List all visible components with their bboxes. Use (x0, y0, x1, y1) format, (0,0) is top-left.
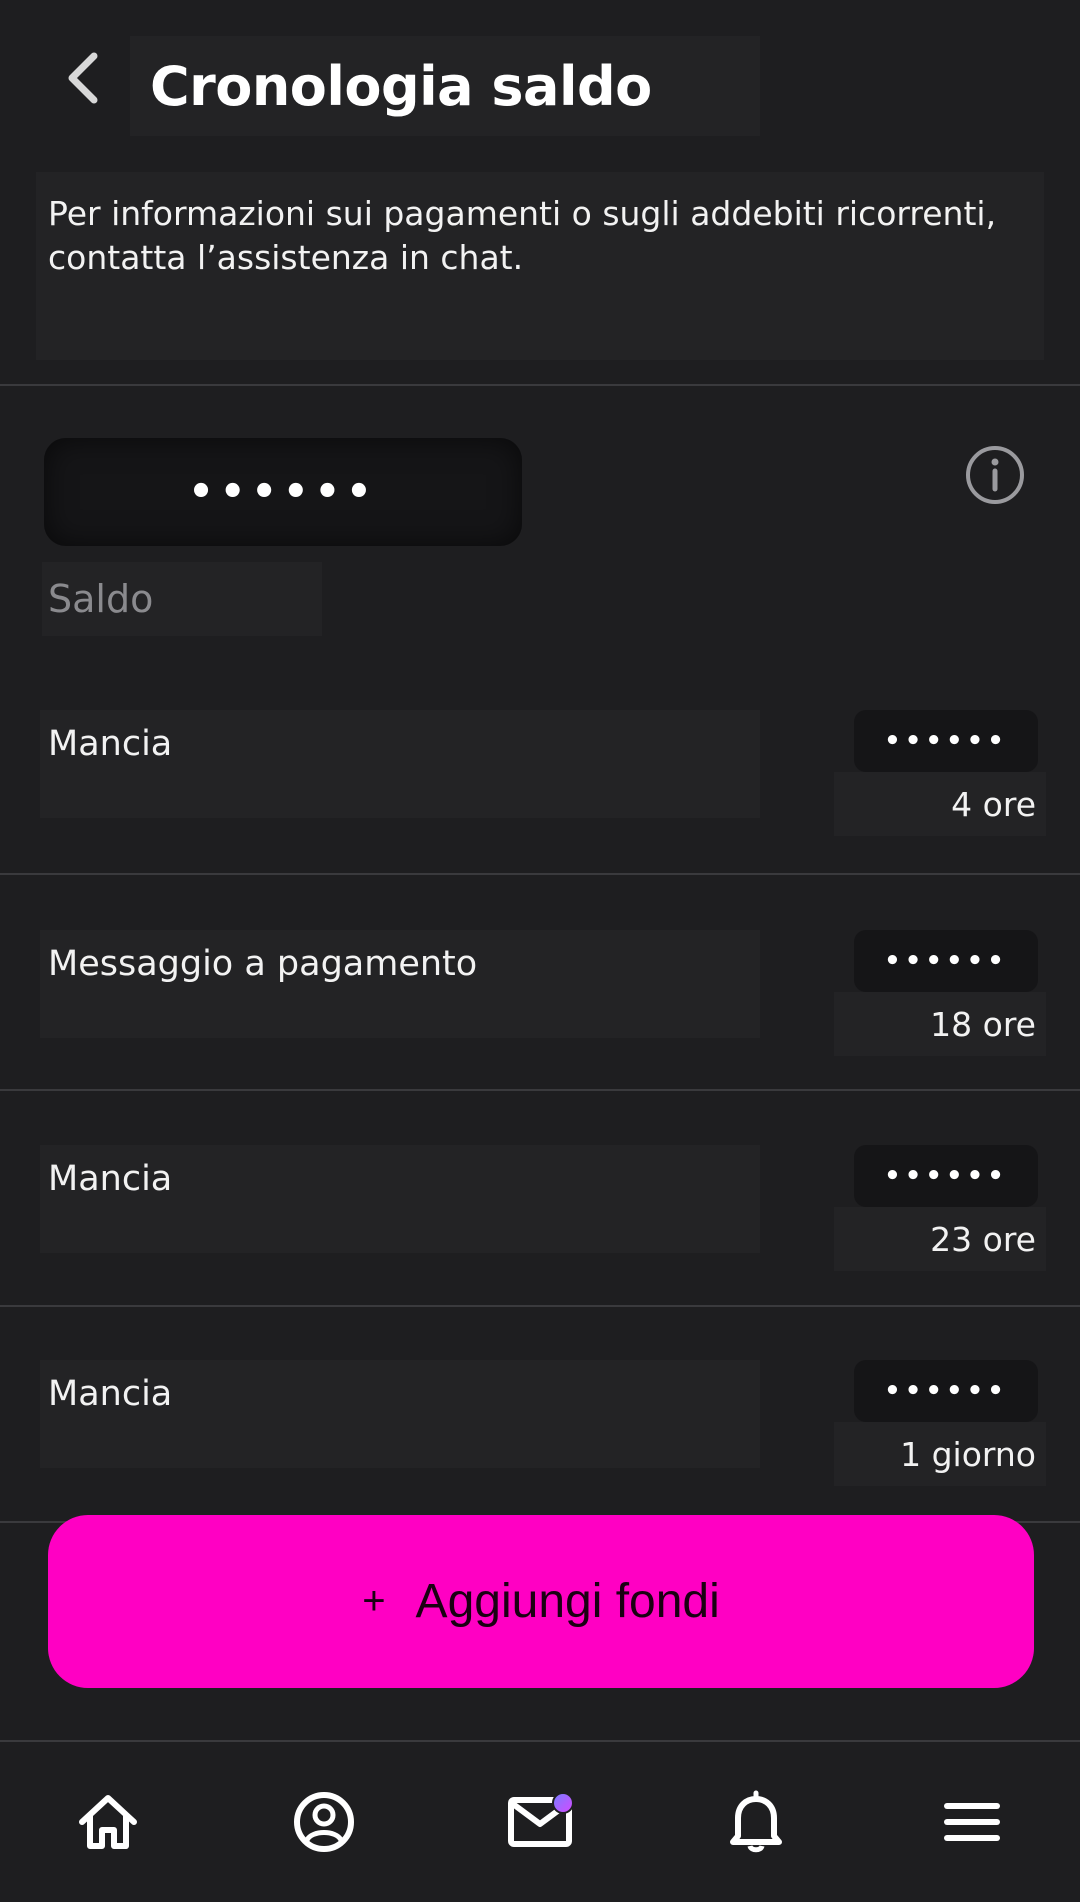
page-title: Cronologia saldo (150, 54, 652, 118)
transaction-amount-container: •••••• (854, 930, 1038, 992)
nav-profile[interactable] (274, 1772, 374, 1872)
transaction-time: 18 ore (930, 1004, 1036, 1044)
divider (0, 873, 1080, 875)
transaction-time: 4 ore (951, 784, 1036, 824)
chevron-left-icon (68, 52, 98, 104)
unread-indicator (552, 1792, 574, 1814)
transaction-label-container: Mancia (40, 710, 760, 818)
transaction-amount-container: •••••• (854, 710, 1038, 772)
nav-home[interactable] (58, 1772, 158, 1872)
transaction-label-container: Mancia (40, 1145, 760, 1253)
balance-label: Saldo (48, 577, 154, 621)
transaction-time-container: 1 giorno (834, 1422, 1046, 1486)
transaction-time-container: 23 ore (834, 1207, 1046, 1271)
transaction-amount: •••••• (884, 726, 1008, 756)
transaction-label-container: Mancia (40, 1360, 760, 1468)
bottom-navigation (0, 1740, 1080, 1902)
divider (0, 384, 1080, 386)
profile-icon (294, 1792, 354, 1852)
nav-messages[interactable] (490, 1772, 590, 1872)
transaction-time: 23 ore (930, 1219, 1036, 1259)
transaction-time-container: 18 ore (834, 992, 1046, 1056)
transaction-amount: •••••• (884, 1376, 1008, 1406)
transaction-time-container: 4 ore (834, 772, 1046, 836)
divider (0, 1305, 1080, 1307)
home-icon (79, 1795, 137, 1849)
transaction-label-container: Messaggio a pagamento (40, 930, 760, 1038)
nav-menu[interactable] (922, 1772, 1022, 1872)
page-title-container: Cronologia saldo (130, 36, 760, 136)
transaction-label: Messaggio a pagamento (48, 944, 478, 984)
plus-icon: + (362, 1579, 386, 1623)
transaction-label: Mancia (48, 1159, 173, 1199)
nav-notifications[interactable] (706, 1772, 806, 1872)
back-button[interactable] (56, 48, 108, 108)
transaction-time: 1 giorno (900, 1434, 1036, 1474)
info-text: Per informazioni sui pagamenti o sugli a… (48, 194, 997, 277)
info-button[interactable] (964, 444, 1026, 506)
transaction-amount: •••••• (884, 946, 1008, 976)
balance-history-screen: Cronologia saldo Per informazioni sui pa… (0, 0, 1080, 1902)
balance-value-container: •••••• (44, 438, 522, 546)
transaction-amount-container: •••••• (854, 1145, 1038, 1207)
transaction-label: Mancia (48, 724, 173, 764)
transaction-label: Mancia (48, 1374, 173, 1414)
transaction-amount: •••••• (884, 1161, 1008, 1191)
info-icon (966, 446, 1024, 504)
balance-value: •••••• (188, 469, 378, 515)
menu-icon (944, 1803, 1000, 1841)
add-funds-button[interactable]: + Aggiungi fondi (48, 1515, 1034, 1688)
notifications-icon (730, 1790, 782, 1853)
transaction-amount-container: •••••• (854, 1360, 1038, 1422)
info-banner: Per informazioni sui pagamenti o sugli a… (36, 172, 1044, 360)
add-funds-label: Aggiungi fondi (415, 1575, 720, 1628)
balance-label-container: Saldo (42, 562, 322, 636)
divider (0, 1089, 1080, 1091)
